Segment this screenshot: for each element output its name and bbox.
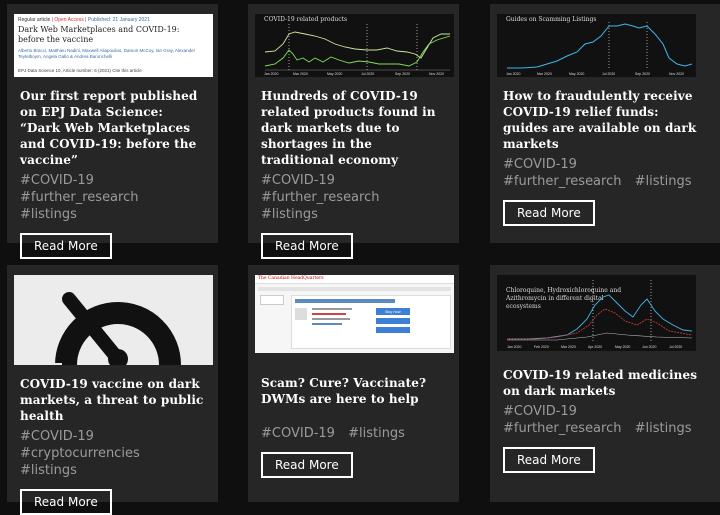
tag-link[interactable]: #listings — [261, 207, 318, 222]
x-tick: Sep 2020 — [635, 72, 650, 76]
x-tick: Jan 2020 — [264, 72, 278, 76]
read-more-button[interactable]: Read More — [261, 233, 353, 259]
tag-link[interactable]: #COVID-19 — [503, 404, 577, 419]
read-more-button[interactable]: Read More — [20, 489, 112, 515]
site-logo: The Canadian HeadQuarters — [258, 276, 324, 281]
article-thumbnail[interactable]: The Canadian HeadQuarters Buy now — [255, 275, 454, 353]
chart-thumbnail[interactable]: Chloroquine, Hydroxichloroquine and Azit… — [497, 275, 696, 351]
article-title[interactable]: Hundreds of COVID-19 related products fo… — [261, 88, 446, 168]
x-tick: Mar 2020 — [293, 72, 308, 76]
axis-ticks: Jan 2020 Feb 2020 Mar 2020 Apr 2020 May … — [507, 345, 682, 349]
article-title[interactable]: COVID-19 vaccine on dark markets, a thre… — [20, 376, 205, 424]
tag-link[interactable]: #COVID-19 — [261, 173, 335, 188]
x-tick: Apr 2020 — [588, 345, 602, 349]
read-more-button[interactable]: Read More — [261, 452, 353, 478]
x-tick: May 2020 — [327, 72, 342, 76]
tag-link[interactable]: #further_research — [503, 421, 621, 436]
paper-title: Dark Web Marketplaces and COVID-19: befo… — [18, 25, 180, 44]
tag-list: #COVID-19 #further_research #listings — [261, 172, 446, 223]
x-tick: May 2020 — [569, 72, 584, 76]
axis-ticks: Jan 2020 Mar 2020 May 2020 Jul 2020 Sep … — [506, 72, 684, 76]
read-more-button[interactable]: Read More — [20, 233, 112, 259]
article-card: Guides on Scamming Listings Jan 2020 Mar… — [490, 4, 720, 243]
article-title[interactable]: COVID-19 related medicines on dark marke… — [503, 367, 707, 399]
article-card: COVID-19 related products Jan 2020 Mar 2… — [248, 4, 459, 259]
tag-link[interactable]: #listings — [635, 174, 692, 189]
tag-link[interactable]: #further_research — [20, 190, 138, 205]
x-tick: Jun 2020 — [642, 345, 656, 349]
x-tick: Jan 2020 — [507, 345, 521, 349]
tag-link[interactable]: #COVID-19 — [20, 173, 94, 188]
speedometer-icon — [52, 292, 181, 365]
tag-link[interactable]: #listings — [348, 426, 405, 441]
x-tick: Jul 2020 — [361, 72, 374, 76]
tag-link[interactable]: #further_research — [503, 174, 621, 189]
x-tick: Jan 2020 — [506, 72, 520, 76]
line-chart-icon: Jan 2020 Mar 2020 May 2020 Jul 2020 Sep … — [506, 22, 693, 76]
article-title[interactable]: How to fraudulently receive COVID-19 rel… — [503, 88, 707, 152]
axis-ticks: Jan 2020 Mar 2020 May 2020 Jul 2020 Sep … — [264, 72, 444, 76]
article-card: The Canadian HeadQuarters Buy now Scam? … — [248, 265, 459, 502]
tag-link[interactable]: #further_research — [261, 190, 379, 205]
chart-thumbnail[interactable]: COVID-19 related products Jan 2020 Mar 2… — [255, 14, 454, 77]
read-more-button[interactable]: Read More — [503, 200, 595, 226]
x-tick: Mar 2020 — [561, 345, 576, 349]
x-tick: Nov 2020 — [429, 72, 444, 76]
sidebar-box — [260, 295, 284, 305]
article-title[interactable]: Our first report published on EPJ Data S… — [20, 88, 205, 168]
paper-authors: Alberto Bracci, Matthieu Nadini, Maxwell… — [18, 48, 196, 59]
x-tick: Sep 2020 — [395, 72, 410, 76]
x-tick: May 2020 — [615, 345, 630, 349]
tag-link[interactable]: #listings — [20, 207, 77, 222]
tag-link[interactable]: #listings — [635, 421, 692, 436]
paper-footer: EPJ Data Science 10, Article number: 6 (… — [18, 68, 142, 73]
tag-link[interactable]: #COVID-19 — [261, 426, 335, 441]
tag-list: #COVID-19 #further_research #listings — [503, 403, 707, 437]
tag-link[interactable]: #COVID-19 — [20, 429, 94, 444]
read-more-button[interactable]: Read More — [503, 447, 595, 473]
article-title[interactable]: Scam? Cure? Vaccinate? DWMs are here to … — [261, 375, 446, 407]
article-card: Chloroquine, Hydroxichloroquine and Azit… — [490, 265, 720, 502]
line-chart-icon: Jan 2020 Mar 2020 May 2020 Jul 2020 Sep … — [264, 24, 451, 76]
site-header: The Canadian HeadQuarters — [255, 275, 454, 284]
tag-list: #COVID-19 #cryptocurrencies #listings — [20, 428, 205, 479]
breadcrumb-bar — [258, 287, 451, 291]
listing-panel: Buy now — [291, 295, 451, 349]
article-card: Regular article | Open Access | Publishe… — [7, 4, 218, 259]
x-tick: Feb 2020 — [534, 345, 549, 349]
x-tick: Nov 2020 — [669, 72, 684, 76]
buy-now-button: Buy now — [376, 308, 410, 315]
chart-thumbnail[interactable]: Guides on Scamming Listings Jan 2020 Mar… — [497, 14, 696, 77]
tag-list: #COVID-19 #listings — [261, 425, 446, 442]
tag-link[interactable]: #listings — [20, 463, 77, 478]
line-chart-icon: Jan 2020 Feb 2020 Mar 2020 Apr 2020 May … — [507, 280, 693, 349]
article-meta: Regular article | Open Access | Publishe… — [18, 17, 150, 23]
article-card: COVID-19 vaccine on dark markets, a thre… — [7, 265, 218, 515]
x-tick: Mar 2020 — [537, 72, 552, 76]
tag-link[interactable]: #COVID-19 — [503, 157, 577, 172]
tag-list: #COVID-19 #further_research #listings — [503, 156, 707, 190]
article-thumbnail[interactable] — [14, 275, 213, 365]
tag-link[interactable]: #cryptocurrencies — [20, 446, 140, 461]
x-tick: Jul 2020 — [602, 72, 615, 76]
tag-list: #COVID-19 #further_research #listings — [20, 172, 205, 223]
x-tick: Jul 2020 — [669, 345, 682, 349]
article-thumbnail[interactable]: Regular article | Open Access | Publishe… — [14, 14, 213, 77]
